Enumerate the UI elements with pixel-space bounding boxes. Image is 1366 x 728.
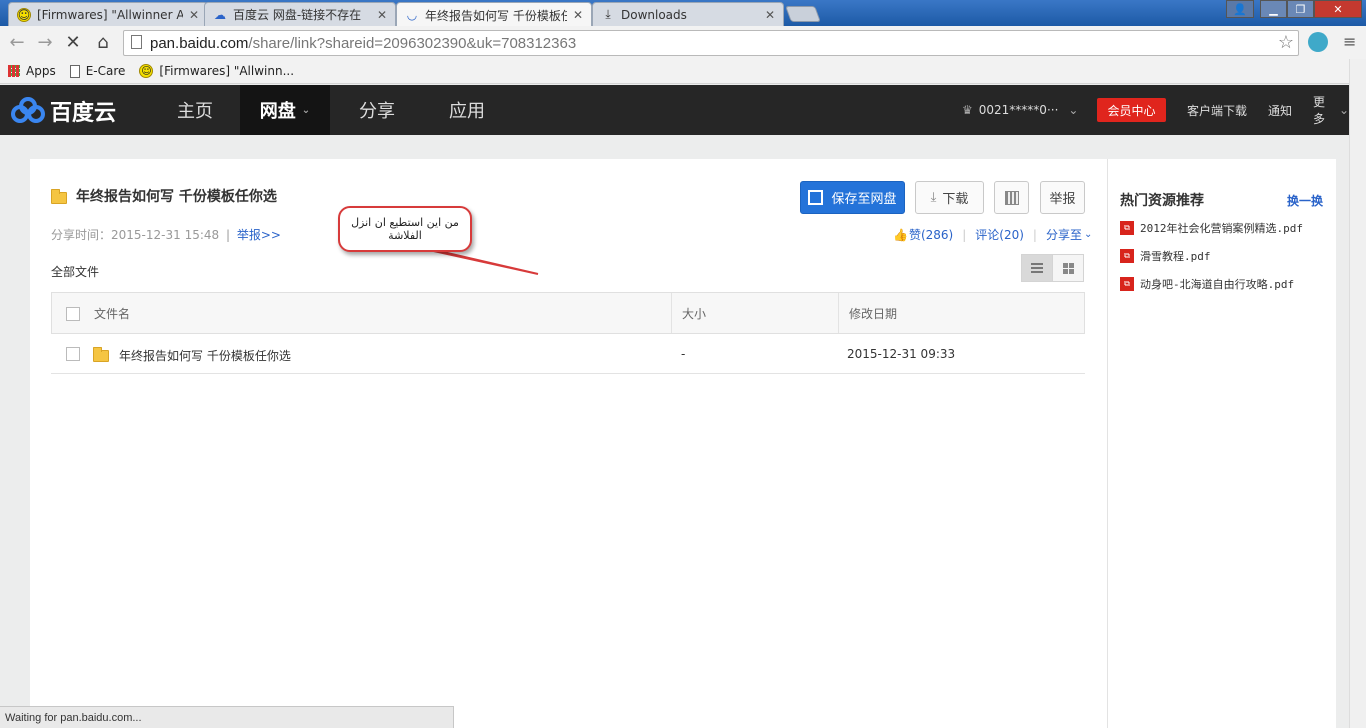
tab-downloads[interactable]: ⤓ Downloads ✕ [592, 2, 784, 26]
list-icon [1031, 263, 1043, 273]
thumbs-up-icon: 👍 [893, 227, 908, 242]
crown-icon: ♛ [962, 103, 973, 117]
stop-loading-icon[interactable]: ✕ [60, 29, 86, 55]
file-date: 2015-12-31 09:33 [847, 347, 956, 361]
recommend-item[interactable]: ⧉ 动身吧-北海道自由行攻略.pdf [1120, 276, 1294, 292]
column-filename[interactable]: 文件名 [94, 293, 130, 333]
new-tab-button[interactable] [785, 6, 821, 22]
select-all-checkbox[interactable] [66, 307, 80, 321]
user-profile-icon[interactable]: 👤 [1226, 0, 1254, 18]
column-size[interactable]: 大小 [682, 293, 706, 333]
comment-link[interactable]: 评论(20) [975, 226, 1024, 243]
pdf-icon: ⧉ [1120, 249, 1134, 263]
share-title: 年终报告如何写 千份模板任你选 [51, 186, 277, 206]
bookmark-firmwares[interactable]: ☺ [Firmwares] "Allwinn... [139, 64, 294, 78]
share-to-link[interactable]: 分享至 [1046, 226, 1082, 243]
report-link[interactable]: 举报>> [237, 228, 281, 242]
share-actions: 👍 赞(286) | 评论(20) | 分享至 ⌄ [893, 226, 1093, 243]
loading-icon: ◡ [406, 8, 418, 22]
vip-center-button[interactable]: 会员中心 [1097, 98, 1166, 122]
close-icon[interactable]: ✕ [573, 8, 583, 22]
maximize-button[interactable]: ❐ [1287, 0, 1314, 18]
column-divider [838, 293, 839, 333]
close-icon[interactable]: ✕ [377, 8, 387, 22]
chevron-down-icon: ⌄ [1338, 103, 1349, 117]
sidebar-divider [1107, 159, 1108, 728]
forward-arrow-icon[interactable]: → [32, 29, 58, 55]
bookmark-ecare[interactable]: E-Care [69, 64, 125, 78]
save-to-netdisk-button[interactable]: 保存至网盘 [800, 181, 905, 214]
baidu-top-nav: 百度云 主页 网盘 ⌄ 分享 应用 ♛ 0021*****0··· ⌄ 会员中心… [0, 85, 1349, 135]
refresh-recommend-link[interactable]: 换一换 [1287, 192, 1323, 209]
home-icon[interactable]: ⌂ [90, 29, 116, 55]
nav-home[interactable]: 主页 [150, 85, 240, 135]
window-close-button[interactable]: ✕ [1314, 0, 1362, 18]
all-files-label: 全部文件 [51, 265, 100, 279]
bookmark-apps[interactable]: Apps [8, 64, 56, 78]
share-content-panel [30, 159, 1336, 728]
share-meta: 分享时间：2015-12-31 15:48 | 举报>> [51, 228, 281, 242]
grid-icon [1062, 262, 1074, 274]
browser-tab-strip: ☺ [Firmwares] "Allwinner A2 ✕ ☁ 百度云 网盘-链… [0, 0, 1366, 27]
browser-toolbar: ← → ✕ ⌂ pan.baidu.com/share/link?shareid… [0, 26, 1366, 59]
file-size: - [681, 347, 686, 361]
download-icon: ⤓ [605, 7, 611, 21]
chevron-down-icon: ⌄ [1068, 103, 1079, 117]
qrcode-icon [1004, 190, 1019, 205]
file-table-header: 文件名 大小 修改日期 [51, 292, 1085, 334]
tab-baidu-link[interactable]: ☁ 百度云 网盘-链接不存在 ✕ [204, 2, 396, 26]
chevron-down-icon: ⌄ [301, 104, 311, 116]
folder-icon [51, 188, 67, 204]
nav-share[interactable]: 分享 [332, 85, 422, 135]
pdf-icon: ⧉ [1120, 221, 1134, 235]
smiley-icon: ☺ [17, 7, 31, 22]
nav-apps[interactable]: 应用 [422, 85, 512, 135]
baidu-cloud-icon [11, 97, 45, 123]
save-icon [808, 190, 824, 205]
minimize-button[interactable]: ▁ [1260, 0, 1287, 18]
tab-firmwares[interactable]: ☺ [Firmwares] "Allwinner A2 ✕ [8, 2, 208, 26]
folder-icon [93, 347, 109, 362]
nav-netdisk[interactable]: 网盘 ⌄ [240, 85, 330, 135]
download-button[interactable]: ⤓ 下载 [915, 181, 984, 214]
close-icon[interactable]: ✕ [765, 8, 775, 22]
annotation-callout: من اين استطيع ان انزل الفلاشة [338, 206, 472, 252]
baidu-cloud-logo[interactable]: 百度云 [10, 95, 116, 127]
tab-baidu-share[interactable]: ◡ 年终报告如何写 千份模板任 ✕ [396, 2, 592, 27]
more-menu[interactable]: 更多 ⌄ [1313, 85, 1349, 135]
file-name[interactable]: 年终报告如何写 千份模板任你选 [119, 347, 291, 364]
page-icon [131, 35, 142, 49]
recommend-item[interactable]: ⧉ 滑雪教程.pdf [1120, 248, 1211, 264]
grid-view-button[interactable] [1052, 254, 1084, 282]
report-button[interactable]: 举报 [1040, 181, 1085, 214]
bookmarks-bar: Apps E-Care ☺ [Firmwares] "Allwinn... [0, 59, 1366, 84]
notify-link[interactable]: 通知 [1268, 85, 1292, 135]
qrcode-button[interactable] [994, 181, 1029, 214]
pdf-icon: ⧉ [1120, 277, 1134, 291]
row-checkbox[interactable] [66, 347, 80, 361]
baidu-cloud-icon: ☁ [214, 7, 226, 22]
table-row[interactable]: 年终报告如何写 千份模板任你选 - 2015-12-31 09:33 [51, 335, 1085, 374]
list-view-button[interactable] [1021, 254, 1053, 282]
address-bar[interactable]: pan.baidu.com/share/link?shareid=2096302… [123, 30, 1299, 56]
star-bookmark-icon[interactable]: ☆ [1278, 32, 1294, 53]
smiley-icon: ☺ [139, 64, 154, 78]
like-link[interactable]: 赞(286) [909, 226, 953, 243]
close-icon[interactable]: ✕ [189, 8, 199, 22]
user-menu[interactable]: ♛ 0021*****0··· ⌄ [962, 85, 1078, 135]
recommend-title: 热门资源推荐 [1120, 193, 1204, 209]
menu-icon[interactable]: ≡ [1343, 32, 1356, 51]
client-download-link[interactable]: 客户端下载 [1187, 85, 1247, 135]
extension-icon[interactable] [1308, 32, 1328, 52]
column-divider [671, 293, 672, 333]
recommend-item[interactable]: ⧉ 2012年社会化营销案例精选.pdf [1120, 220, 1303, 236]
page-scrollbar[interactable] [1349, 59, 1366, 728]
apps-grid-icon [8, 65, 20, 77]
chevron-down-icon: ⌄ [1083, 229, 1093, 240]
column-modified[interactable]: 修改日期 [849, 293, 897, 333]
page-icon [69, 64, 80, 78]
browser-status-bar: Waiting for pan.baidu.com... [0, 706, 454, 728]
back-arrow-icon[interactable]: ← [4, 29, 30, 55]
download-icon: ⤓ [930, 190, 937, 205]
